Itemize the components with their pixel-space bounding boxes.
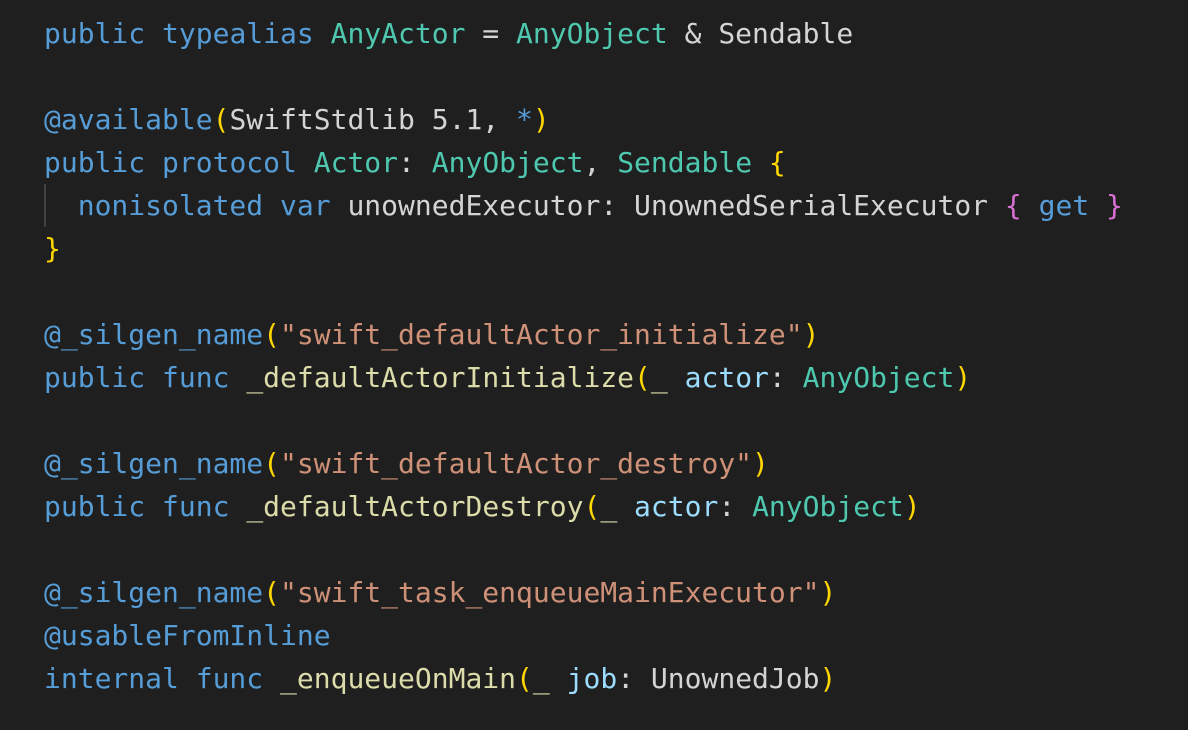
code-token: @_silgen_name bbox=[44, 576, 264, 609]
code-token: ) bbox=[819, 662, 837, 695]
code-token: , bbox=[583, 146, 618, 179]
code-line: internal func _enqueueOnMain(_ job: Unow… bbox=[44, 657, 836, 700]
code-token: ) bbox=[802, 318, 820, 351]
code-token: : bbox=[718, 490, 753, 523]
code-token: } bbox=[1106, 189, 1123, 222]
code-token: _defaultActorInitialize bbox=[246, 361, 635, 394]
code-token: AnyObject bbox=[431, 146, 584, 179]
code-line: public func _defaultActorInitialize(_ ac… bbox=[44, 356, 971, 399]
code-token: _enqueueOnMain bbox=[280, 662, 517, 695]
code-token: ) bbox=[903, 490, 921, 523]
code-token: : bbox=[768, 361, 803, 394]
code-line: public protocol Actor: AnyObject, Sendab… bbox=[44, 141, 786, 184]
code-token: func bbox=[162, 490, 230, 523]
code-token: func bbox=[162, 361, 230, 394]
code-token: typealias bbox=[162, 17, 314, 50]
code-token: internal bbox=[44, 662, 179, 695]
code-token: ( bbox=[516, 662, 533, 695]
code-token: public bbox=[44, 17, 146, 50]
code-token: protocol bbox=[162, 146, 297, 179]
code-editor[interactable]: public typealias AnyActor = AnyObject & … bbox=[0, 0, 1188, 730]
code-token: job bbox=[566, 662, 618, 695]
code-token: "swift_defaultActor_initialize" bbox=[280, 318, 803, 351]
code-token: AnyObject bbox=[752, 490, 904, 523]
code-token: public bbox=[44, 146, 146, 179]
code-token: "swift_task_enqueueMainExecutor" bbox=[280, 576, 820, 609]
code-token: @available bbox=[44, 103, 213, 136]
code-token: public bbox=[44, 361, 146, 394]
code-token: SwiftStdlib 5.1, bbox=[229, 103, 517, 136]
code-token: unownedExecutor: UnownedSerialExecutor bbox=[330, 189, 1005, 222]
code-line: } bbox=[44, 227, 61, 270]
code-token: _defaultActorDestroy bbox=[246, 490, 584, 523]
code-token: actor bbox=[684, 361, 769, 394]
code-token: AnyActor bbox=[330, 17, 466, 50]
code-token: @_silgen_name bbox=[44, 447, 264, 480]
code-token: AnyObject bbox=[802, 361, 955, 394]
code-line: @usableFromInline bbox=[44, 614, 331, 657]
code-token: = bbox=[465, 17, 517, 50]
code-token: ) bbox=[752, 447, 769, 480]
code-line: nonisolated var unownedExecutor: Unowned… bbox=[44, 184, 1123, 227]
code-token: var bbox=[280, 189, 331, 222]
code-line: @_silgen_name("swift_defaultActor_destro… bbox=[44, 442, 769, 485]
code-line: @available(SwiftStdlib 5.1, *) bbox=[44, 98, 550, 141]
code-token: ( bbox=[263, 318, 281, 351]
code-token: @_silgen_name bbox=[44, 318, 264, 351]
code-token: } bbox=[44, 232, 61, 265]
code-token: @usableFromInline bbox=[44, 619, 331, 652]
code-token: func bbox=[195, 662, 264, 695]
code-token: { bbox=[1004, 189, 1022, 222]
code-token: ( bbox=[212, 103, 230, 136]
code-token: "swift_defaultActor_destroy" bbox=[280, 447, 753, 480]
code-token: public bbox=[44, 490, 146, 523]
code-token: : bbox=[398, 146, 432, 179]
code-line: public func _defaultActorDestroy(_ actor… bbox=[44, 485, 921, 528]
code-token: ) bbox=[532, 103, 550, 136]
code-token: ( bbox=[634, 361, 651, 394]
code-token: AnyObject bbox=[516, 17, 668, 50]
code-token: * bbox=[516, 103, 533, 136]
code-token: & Sendable bbox=[667, 17, 854, 50]
code-line: public typealias AnyActor = AnyObject & … bbox=[44, 12, 853, 55]
code-token: { bbox=[768, 146, 786, 179]
code-token: get bbox=[1038, 189, 1090, 222]
code-token: ) bbox=[819, 576, 837, 609]
code-token: ( bbox=[263, 576, 281, 609]
code-line: @_silgen_name("swift_task_enqueueMainExe… bbox=[44, 571, 836, 614]
code-token: : UnownedJob bbox=[617, 662, 820, 695]
code-token: nonisolated bbox=[77, 189, 264, 222]
code-line: @_silgen_name("swift_defaultActor_initia… bbox=[44, 313, 819, 356]
code-token: Sendable bbox=[617, 146, 753, 179]
code-token: ) bbox=[954, 361, 972, 394]
code-token: actor bbox=[634, 490, 719, 523]
code-token: ( bbox=[263, 447, 281, 480]
code-token: ( bbox=[583, 490, 601, 523]
code-token: _ bbox=[650, 361, 668, 394]
code-token: Actor bbox=[313, 146, 399, 179]
code-token: _ bbox=[600, 490, 618, 523]
code-token: _ bbox=[532, 662, 550, 695]
